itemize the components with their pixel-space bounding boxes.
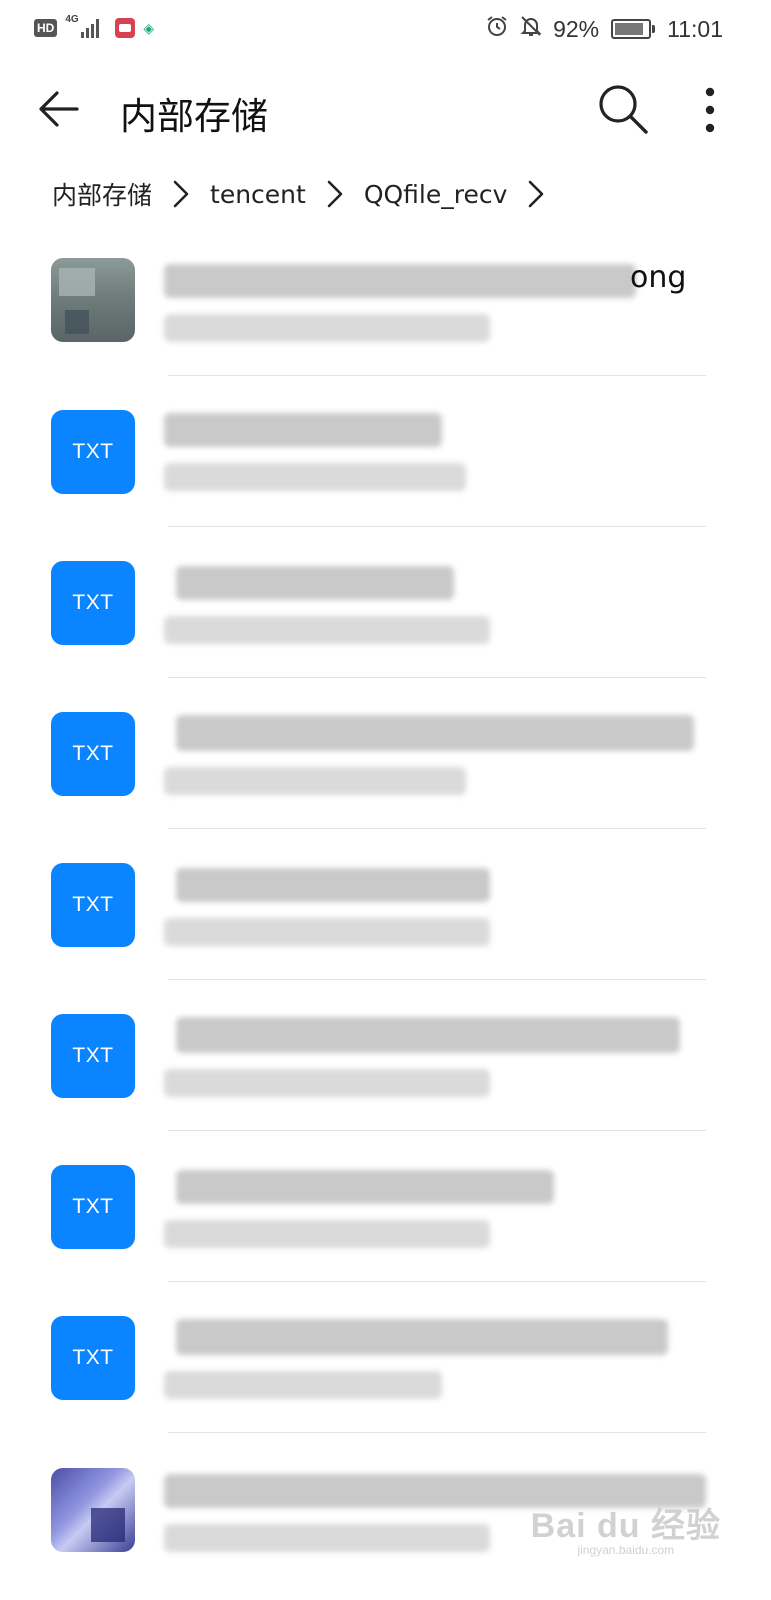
breadcrumb: 内部存储 tencent QQfile_recv <box>52 172 565 216</box>
breadcrumb-item-internal-storage[interactable]: 内部存储 <box>52 176 152 212</box>
back-arrow-icon <box>39 91 79 127</box>
list-item[interactable]: ong <box>0 240 771 391</box>
list-item[interactable]: TXT <box>0 693 771 844</box>
file-name-redacted <box>176 1017 680 1053</box>
status-bar: HD 4G ◈ 92% 11:01 <box>0 0 771 58</box>
divider <box>168 1130 706 1131</box>
search-icon <box>599 85 648 134</box>
baidu-watermark-logo: Bai du 经验 jingyan.baidu.com <box>531 1498 721 1557</box>
file-name-redacted <box>176 1170 554 1204</box>
image-thumbnail <box>51 1468 135 1552</box>
txt-file-icon: TXT <box>51 1316 135 1400</box>
file-name-redacted <box>176 1319 668 1355</box>
file-name-redacted <box>176 566 454 600</box>
search-button[interactable] <box>594 80 652 138</box>
divider <box>168 828 706 829</box>
page-title: 内部存储 <box>120 95 268 138</box>
file-name-redacted <box>164 413 442 447</box>
list-item[interactable]: TXT <box>0 391 771 542</box>
file-meta-redacted <box>164 918 490 946</box>
battery-percent: 92% <box>553 15 600 42</box>
file-meta-redacted <box>164 1069 490 1097</box>
file-meta-redacted <box>164 314 490 342</box>
file-meta-redacted <box>164 463 466 491</box>
list-item[interactable]: TXT <box>0 995 771 1146</box>
file-name-redacted <box>164 264 636 298</box>
list-item[interactable]: TXT <box>0 844 771 995</box>
watermark-main: Bai du 经验 <box>530 1507 721 1545</box>
alarm-icon <box>485 14 509 44</box>
txt-file-icon: TXT <box>51 1014 135 1098</box>
status-right: 92% 11:01 <box>485 14 723 44</box>
divider <box>168 979 706 980</box>
chevron-right-icon <box>326 179 344 209</box>
mute-bell-icon <box>519 14 543 44</box>
file-meta-redacted <box>164 616 490 644</box>
list-item[interactable]: TXT <box>0 542 771 693</box>
breadcrumb-item-qqfile-recv[interactable]: QQfile_recv <box>364 180 508 209</box>
list-item[interactable]: TXT <box>0 1146 771 1297</box>
txt-file-icon: TXT <box>51 561 135 645</box>
file-meta-redacted <box>164 767 466 795</box>
back-button[interactable] <box>32 82 86 136</box>
status-left: HD 4G ◈ <box>34 14 155 40</box>
file-name-redacted <box>176 868 490 902</box>
notification-small-icon: ◈ <box>143 19 155 36</box>
title-bar: 内部存储 <box>0 60 771 160</box>
signal-icon: 4G <box>65 14 107 40</box>
divider <box>168 526 706 527</box>
list-item[interactable]: TXT <box>0 1297 771 1448</box>
txt-file-icon: TXT <box>51 863 135 947</box>
divider <box>168 1432 706 1433</box>
hd-badge: HD <box>34 19 58 37</box>
chevron-right-icon <box>527 179 545 209</box>
divider <box>168 677 706 678</box>
txt-file-icon: TXT <box>51 712 135 796</box>
clock: 11:01 <box>667 15 723 42</box>
divider <box>168 1281 706 1282</box>
notification-app-icon <box>115 18 136 38</box>
image-thumbnail <box>51 258 135 342</box>
more-vertical-icon <box>705 87 715 133</box>
battery-icon <box>611 19 656 39</box>
file-name-redacted <box>176 715 694 751</box>
file-meta-redacted <box>164 1371 442 1399</box>
txt-file-icon: TXT <box>51 410 135 494</box>
file-name-tail: ong <box>630 260 687 295</box>
file-meta-redacted <box>164 1220 490 1248</box>
network-type: 4G <box>65 14 79 25</box>
chevron-right-icon <box>172 179 190 209</box>
more-options-button[interactable] <box>690 82 730 138</box>
divider <box>168 375 706 376</box>
breadcrumb-item-tencent[interactable]: tencent <box>210 180 306 209</box>
file-meta-redacted <box>164 1524 490 1552</box>
txt-file-icon: TXT <box>51 1165 135 1249</box>
